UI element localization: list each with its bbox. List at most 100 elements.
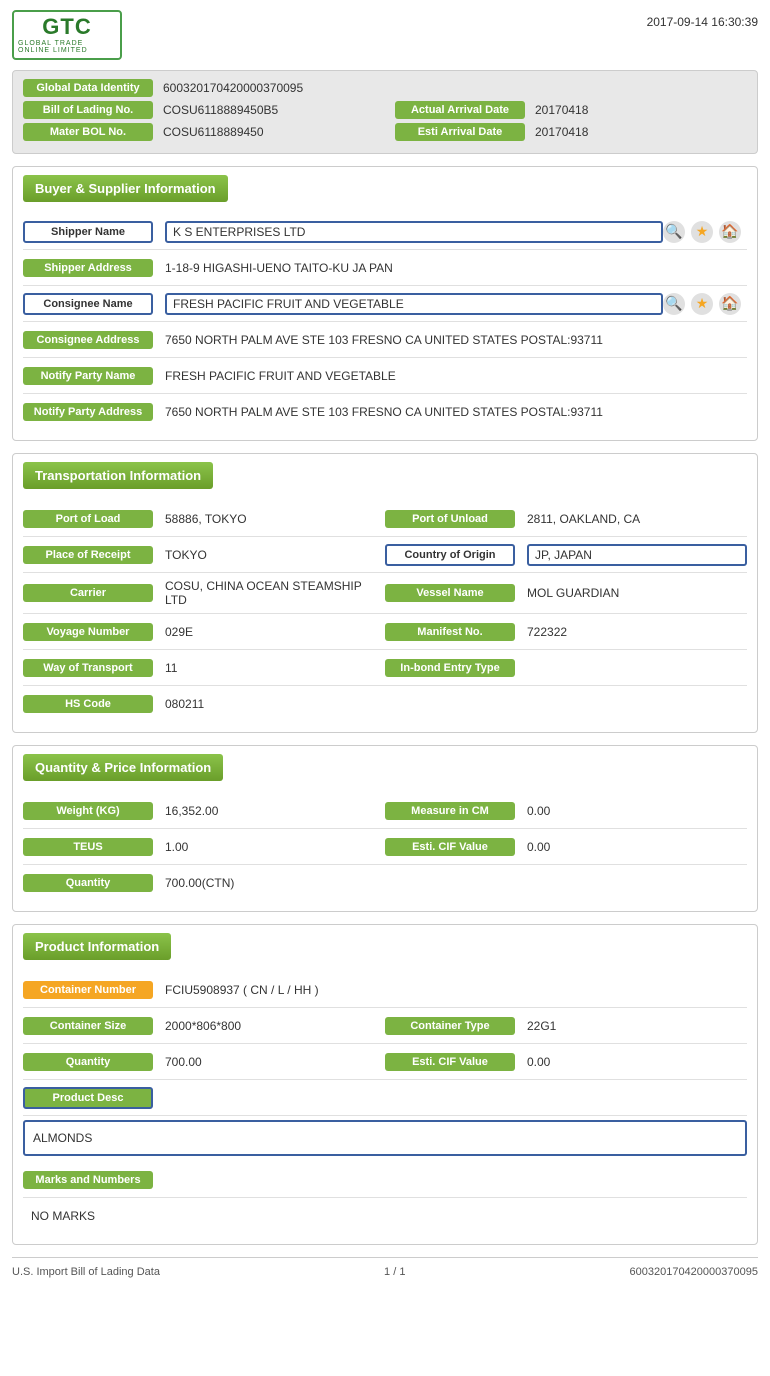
port-of-unload-half: Port of Unload 2811, OAKLAND, CA (385, 504, 747, 534)
transport-bond-row: Way of Transport 11 In-bond Entry Type (23, 650, 747, 686)
voyage-number-label: Voyage Number (23, 623, 153, 641)
product-info-section: Product Information Container Number FCI… (12, 924, 758, 1245)
way-transport-half: Way of Transport 11 (23, 653, 385, 683)
bol-label: Bill of Lading No. (23, 101, 153, 119)
product-cif-half: Esti. CIF Value 0.00 (385, 1047, 747, 1077)
consignee-name-value: FRESH PACIFIC FRUIT AND VEGETABLE (165, 293, 663, 315)
in-bond-half: In-bond Entry Type (385, 653, 747, 683)
product-qty-cif-row: Quantity 700.00 Esti. CIF Value 0.00 (23, 1044, 747, 1080)
voyage-manifest-row: Voyage Number 029E Manifest No. 722322 (23, 614, 747, 650)
esti-cif-value: 0.00 (527, 840, 747, 854)
product-desc-label: Product Desc (23, 1087, 153, 1109)
esti-arrival-label: Esti Arrival Date (395, 123, 525, 141)
way-of-transport-value: 11 (165, 661, 385, 675)
teus-half: TEUS 1.00 (23, 832, 385, 862)
carrier-value: COSU, CHINA OCEAN STEAMSHIP LTD (165, 579, 385, 607)
bol-row: Bill of Lading No. COSU6118889450B5 Actu… (23, 101, 747, 119)
transportation-title: Transportation Information (23, 462, 213, 489)
consignee-home-icon[interactable]: 🏠 (719, 293, 741, 315)
container-type-half: Container Type 22G1 (385, 1011, 747, 1041)
global-data-row: Global Data Identity 6003201704200003700… (23, 79, 747, 97)
product-quantity-label: Quantity (23, 1053, 153, 1071)
notify-party-address-label: Notify Party Address (23, 403, 153, 421)
voyage-number-value: 029E (165, 625, 385, 639)
consignee-address-value: 7650 NORTH PALM AVE STE 103 FRESNO CA UN… (165, 333, 747, 347)
weight-label: Weight (KG) (23, 802, 153, 820)
port-of-unload-value: 2811, OAKLAND, CA (527, 512, 747, 526)
timestamp: 2017-09-14 16:30:39 (647, 15, 758, 29)
marks-numbers-label: Marks and Numbers (23, 1171, 153, 1189)
place-of-receipt-label: Place of Receipt (23, 546, 153, 564)
teus-value: 1.00 (165, 840, 385, 854)
product-info-body: Container Number FCIU5908937 ( CN / L / … (13, 968, 757, 1244)
product-esti-cif-value: 0.00 (527, 1055, 747, 1069)
port-of-unload-label: Port of Unload (385, 510, 515, 528)
container-number-value: FCIU5908937 ( CN / L / HH ) (165, 983, 747, 997)
country-of-origin-value: JP, JAPAN (527, 544, 747, 566)
port-of-load-value: 58886, TOKYO (165, 512, 385, 526)
container-number-label: Container Number (23, 981, 153, 999)
vessel-name-label: Vessel Name (385, 584, 515, 602)
quantity-price-body: Weight (KG) 16,352.00 Measure in CM 0.00… (13, 789, 757, 911)
buyer-supplier-section: Buyer & Supplier Information Shipper Nam… (12, 166, 758, 441)
notify-party-name-row: Notify Party Name FRESH PACIFIC FRUIT AN… (23, 358, 747, 394)
weight-value: 16,352.00 (165, 804, 385, 818)
port-of-load-label: Port of Load (23, 510, 153, 528)
product-desc-row: Product Desc (23, 1080, 747, 1116)
container-size-value: 2000*806*800 (165, 1019, 385, 1033)
place-of-receipt-half: Place of Receipt TOKYO (23, 540, 385, 570)
in-bond-entry-label: In-bond Entry Type (385, 659, 515, 677)
marks-numbers-value-row: NO MARKS (23, 1198, 747, 1234)
shipper-star-icon[interactable]: ★ (691, 221, 713, 243)
logo-text: GTC (42, 16, 91, 38)
notify-party-name-value: FRESH PACIFIC FRUIT AND VEGETABLE (165, 369, 747, 383)
container-type-label: Container Type (385, 1017, 515, 1035)
marks-numbers-value: NO MARKS (31, 1209, 95, 1223)
carrier-label: Carrier (23, 584, 153, 602)
country-of-origin-label: Country of Origin (385, 544, 515, 566)
notify-party-address-value: 7650 NORTH PALM AVE STE 103 FRESNO CA UN… (165, 405, 747, 419)
hs-code-label: HS Code (23, 695, 153, 713)
notify-party-address-row: Notify Party Address 7650 NORTH PALM AVE… (23, 394, 747, 430)
mater-bol-value: COSU6118889450 (163, 125, 264, 139)
mater-bol-row: Mater BOL No. COSU6118889450 Esti Arriva… (23, 123, 747, 141)
quantity-label: Quantity (23, 874, 153, 892)
shipper-search-icon[interactable]: 🔍 (663, 221, 685, 243)
measure-half: Measure in CM 0.00 (385, 796, 747, 826)
quantity-price-section: Quantity & Price Information Weight (KG)… (12, 745, 758, 912)
country-of-origin-half: Country of Origin JP, JAPAN (385, 538, 747, 572)
quantity-price-title: Quantity & Price Information (23, 754, 223, 781)
consignee-name-label: Consignee Name (23, 293, 153, 315)
shipper-home-icon[interactable]: 🏠 (719, 221, 741, 243)
shipper-address-row: Shipper Address 1-18-9 HIGASHI-UENO TAIT… (23, 250, 747, 286)
place-of-receipt-value: TOKYO (165, 548, 385, 562)
consignee-icons: 🔍 ★ 🏠 (663, 293, 747, 315)
notify-party-name-label: Notify Party Name (23, 367, 153, 385)
container-size-label: Container Size (23, 1017, 153, 1035)
esti-arrival-value: 20170418 (535, 125, 588, 139)
marks-numbers-row: Marks and Numbers (23, 1162, 747, 1198)
container-number-row: Container Number FCIU5908937 ( CN / L / … (23, 972, 747, 1008)
consignee-address-label: Consignee Address (23, 331, 153, 349)
voyage-half: Voyage Number 029E (23, 617, 385, 647)
carrier-vessel-row: Carrier COSU, CHINA OCEAN STEAMSHIP LTD … (23, 573, 747, 614)
teus-cif-row: TEUS 1.00 Esti. CIF Value 0.00 (23, 829, 747, 865)
port-of-load-half: Port of Load 58886, TOKYO (23, 504, 385, 534)
logo-sub: GLOBAL TRADE ONLINE LIMITED (18, 40, 116, 54)
mater-bol-half: Mater BOL No. COSU6118889450 (23, 123, 375, 141)
consignee-search-icon[interactable]: 🔍 (663, 293, 685, 315)
hs-code-row: HS Code 080211 (23, 686, 747, 722)
shipper-name-value: K S ENTERPRISES LTD (165, 221, 663, 243)
bol-value: COSU6118889450B5 (163, 103, 278, 117)
container-type-value: 22G1 (527, 1019, 747, 1033)
weight-measure-row: Weight (KG) 16,352.00 Measure in CM 0.00 (23, 793, 747, 829)
page: GTC GLOBAL TRADE ONLINE LIMITED 2017-09-… (0, 0, 770, 1376)
buyer-supplier-body: Shipper Name K S ENTERPRISES LTD 🔍 ★ 🏠 S… (13, 210, 757, 440)
bol-half: Bill of Lading No. COSU6118889450B5 (23, 101, 375, 119)
product-qty-half: Quantity 700.00 (23, 1047, 385, 1077)
esti-cif-label: Esti. CIF Value (385, 838, 515, 856)
footer-right: 600320170420000370095 (630, 1266, 758, 1278)
port-row: Port of Load 58886, TOKYO Port of Unload… (23, 501, 747, 537)
consignee-star-icon[interactable]: ★ (691, 293, 713, 315)
measure-label: Measure in CM (385, 802, 515, 820)
